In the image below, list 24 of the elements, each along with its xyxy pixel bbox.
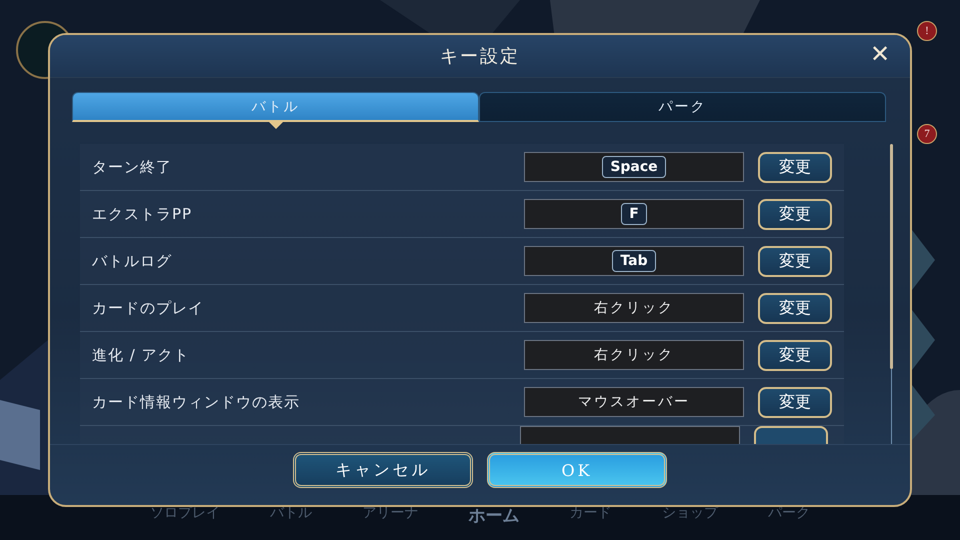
action-label: ターン終了 (92, 158, 173, 176)
key-field: 右クリック (524, 293, 744, 323)
action-label: 進化 / アクト (92, 346, 191, 364)
change-button[interactable]: 変更 (758, 386, 832, 418)
dialog-title: キー設定 (440, 45, 520, 68)
pointer-icon (268, 122, 282, 129)
change-button[interactable]: 変更 (758, 292, 832, 324)
key-cap: Space (602, 156, 666, 178)
key-field: 右クリック (524, 340, 744, 370)
change-button[interactable] (754, 426, 828, 444)
tab[interactable]: パーク (479, 92, 886, 122)
change-button[interactable]: 変更 (758, 340, 832, 370)
action-label: バトルログ (92, 252, 173, 270)
change-button[interactable]: 変更 (758, 246, 832, 276)
key-cap: Tab (612, 250, 656, 272)
cancel-button[interactable]: キャンセル (293, 452, 473, 488)
scrollbar[interactable] (890, 144, 896, 444)
action-label: カード情報ウィンドウの表示 (92, 392, 301, 412)
change-button[interactable]: 変更 (758, 198, 832, 230)
change-button[interactable]: 変更 (758, 152, 832, 182)
action-label: カードのプレイ (92, 298, 205, 318)
key-cap: F (621, 203, 647, 225)
action-label: エクストラPP (92, 204, 194, 224)
key-field: マウスオーバー (524, 387, 744, 417)
